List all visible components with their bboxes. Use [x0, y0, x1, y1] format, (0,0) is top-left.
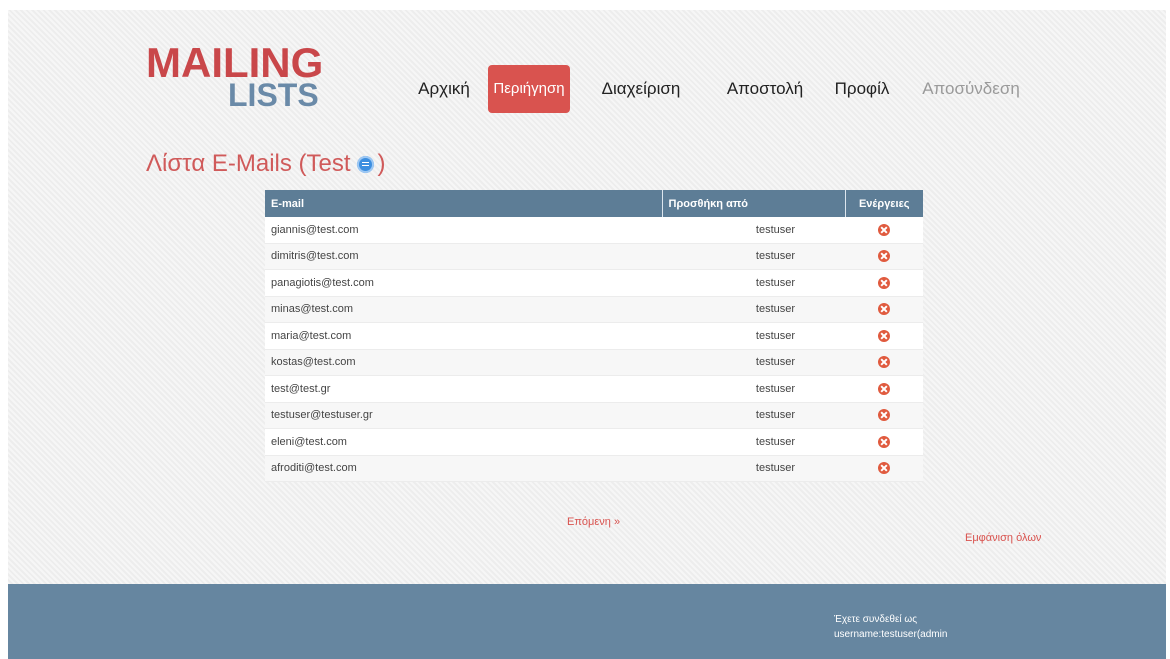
table-row: panagiotis@test.com testuser [265, 269, 923, 297]
nav-item-logout[interactable]: Αποσύνδεση [908, 65, 1034, 113]
nav-item-home[interactable]: Αρχική [412, 65, 476, 113]
login-status-line-1: Έχετε συνδεθεί ως [834, 614, 918, 625]
actions-cell [845, 322, 923, 350]
email-cell: eleni@test.com [265, 428, 662, 456]
added-by-cell: testuser [662, 296, 845, 323]
added-by-cell: testuser [662, 243, 845, 270]
table-row: testuser@testuser.gr testuser [265, 402, 923, 429]
delete-icon[interactable] [878, 462, 890, 475]
info-icon[interactable] [356, 155, 374, 173]
email-cell: minas@test.com [265, 296, 662, 323]
actions-cell [845, 217, 923, 244]
added-by-cell: testuser [662, 402, 845, 429]
table-row: test@test.gr testuser [265, 375, 923, 403]
page-title-text: Λίστα E-Mails (Test [146, 150, 351, 177]
table-row: maria@test.com testuser [265, 322, 923, 350]
logo-line-2: LISTS [228, 77, 319, 113]
pagination-next-link[interactable]: Επόμενη » [567, 516, 620, 528]
email-cell: test@test.gr [265, 375, 662, 403]
added-by-cell: testuser [662, 428, 845, 456]
email-cell: panagiotis@test.com [265, 269, 662, 297]
nav-item-manage[interactable]: Διαχείριση [582, 65, 700, 113]
delete-icon[interactable] [878, 276, 890, 289]
table-header-row: E-mail Προσθήκη από Ενέργειες [265, 190, 923, 217]
added-by-cell: testuser [662, 349, 845, 376]
nav-item-send[interactable]: Αποστολή [716, 65, 814, 113]
email-cell: kostas@test.com [265, 349, 662, 376]
actions-cell [845, 243, 923, 270]
email-cell: testuser@testuser.gr [265, 402, 662, 429]
column-header-added-by[interactable]: Προσθήκη από [662, 190, 846, 217]
delete-icon[interactable] [878, 356, 890, 369]
email-cell: maria@test.com [265, 322, 662, 350]
delete-icon[interactable] [878, 435, 890, 448]
actions-cell [845, 455, 923, 482]
delete-icon[interactable] [878, 329, 890, 342]
added-by-cell: testuser [662, 322, 845, 350]
nav-item-browse[interactable]: Περιήγηση [488, 65, 570, 113]
actions-cell [845, 375, 923, 403]
emails-table-container: E-mail Προσθήκη από Ενέργειες giannis@te… [265, 190, 923, 482]
added-by-cell: testuser [662, 375, 845, 403]
email-cell: afroditi@test.com [265, 455, 662, 482]
delete-icon[interactable] [878, 223, 890, 236]
delete-icon[interactable] [878, 250, 890, 263]
emails-table: E-mail Προσθήκη από Ενέργειες giannis@te… [265, 190, 923, 482]
nav-item-profile[interactable]: Προφίλ [830, 65, 894, 113]
delete-icon[interactable] [878, 303, 890, 316]
logo[interactable]: MAILING LISTS [146, 42, 323, 113]
column-header-email[interactable]: E-mail [265, 190, 663, 217]
delete-icon[interactable] [878, 409, 890, 422]
page-title: Λίστα E-Mails (Test ) [146, 150, 386, 178]
table-row: eleni@test.com testuser [265, 428, 923, 456]
added-by-cell: testuser [662, 269, 845, 297]
table-row: afroditi@test.com testuser [265, 455, 923, 482]
email-cell: giannis@test.com [265, 217, 662, 244]
actions-cell [845, 296, 923, 323]
delete-icon[interactable] [878, 382, 890, 395]
email-cell: dimitris@test.com [265, 243, 662, 270]
login-status: Έχετε συνδεθεί ως username:testuser(admi… [834, 612, 947, 642]
column-header-actions: Ενέργειες [845, 190, 923, 217]
show-all-link[interactable]: Εμφάνιση όλων [965, 532, 1041, 544]
table-row: kostas@test.com testuser [265, 349, 923, 376]
login-status-line-2: username:testuser(admin [834, 629, 948, 640]
footer [8, 584, 1166, 659]
actions-cell [845, 269, 923, 297]
table-row: minas@test.com testuser [265, 296, 923, 323]
actions-cell [845, 402, 923, 429]
added-by-cell: testuser [662, 217, 845, 244]
added-by-cell: testuser [662, 455, 845, 482]
actions-cell [845, 349, 923, 376]
table-row: giannis@test.com testuser [265, 217, 923, 244]
page-title-close: ) [377, 150, 386, 177]
table-row: dimitris@test.com testuser [265, 243, 923, 270]
actions-cell [845, 428, 923, 456]
